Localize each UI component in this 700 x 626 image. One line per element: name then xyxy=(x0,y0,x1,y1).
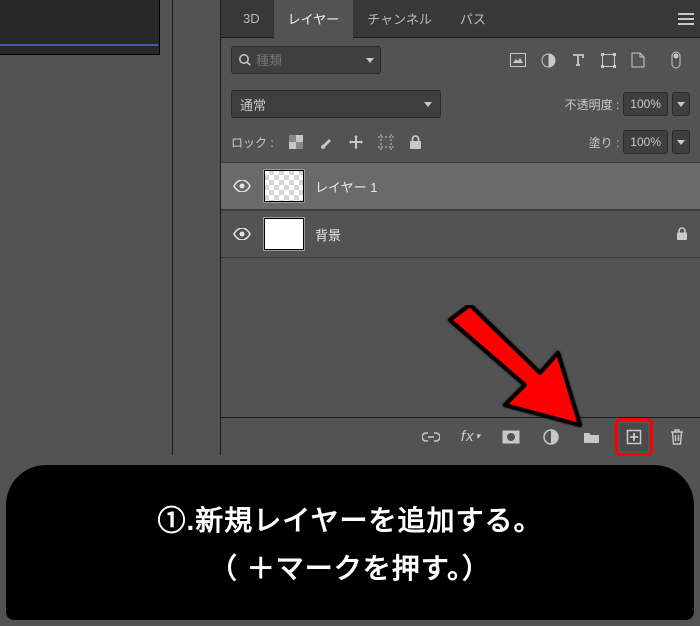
tab-paths[interactable]: パス xyxy=(446,0,500,37)
opacity-value[interactable]: 100% xyxy=(623,92,668,116)
layers-panel: 3D レイヤー チャンネル パス xyxy=(220,0,700,455)
filter-smartobject-icon[interactable] xyxy=(630,52,646,68)
opacity-label: 不透明度 : xyxy=(565,96,620,113)
layer-thumbnail[interactable] xyxy=(263,217,305,251)
visibility-toggle[interactable] xyxy=(231,175,253,197)
lock-label: ロック : xyxy=(231,134,274,151)
panel-menu-icon[interactable] xyxy=(672,0,700,37)
layer-row[interactable]: 背景 xyxy=(221,210,700,258)
link-layers-button[interactable] xyxy=(420,426,442,448)
filter-type-icon[interactable] xyxy=(570,52,586,68)
new-layer-button[interactable] xyxy=(620,423,648,451)
layer-mask-button[interactable] xyxy=(500,426,522,448)
document-tab[interactable] xyxy=(0,0,160,55)
tab-layers[interactable]: レイヤー xyxy=(274,0,354,37)
canvas-area xyxy=(0,0,220,455)
layer-thumbnail[interactable] xyxy=(263,169,305,203)
layer-name[interactable]: レイヤー 1 xyxy=(315,177,377,196)
filter-adjustment-icon[interactable] xyxy=(540,52,556,68)
lock-row: ロック : 塗り : 100% xyxy=(221,126,700,162)
adjustment-layer-button[interactable] xyxy=(540,426,562,448)
blend-row: 通常 不透明度 : 100% xyxy=(221,82,700,126)
instruction-caption: ①.新規レイヤーを追加する。 （ ＋マークを押す。） xyxy=(6,465,694,620)
caption-line-2: （ ＋マークを押す。） xyxy=(209,547,491,587)
lock-transparent-icon[interactable] xyxy=(288,134,304,150)
layer-name[interactable]: 背景 xyxy=(315,225,341,244)
blend-mode-value: 通常 xyxy=(240,95,266,114)
lock-brush-icon[interactable] xyxy=(318,134,334,150)
lock-icon xyxy=(674,226,690,242)
tab-3d[interactable]: 3D xyxy=(229,0,274,37)
panel-tabs: 3D レイヤー チャンネル パス xyxy=(221,0,700,38)
layer-style-button[interactable]: fx▾ xyxy=(460,426,482,448)
panel-footer: fx▾ xyxy=(221,417,700,455)
fill-value[interactable]: 100% xyxy=(623,130,668,154)
fill-label: 塗り : xyxy=(589,134,620,151)
chevron-down-icon xyxy=(424,102,432,107)
lock-position-icon[interactable] xyxy=(348,134,364,150)
chevron-down-icon xyxy=(677,102,685,107)
opacity-caret[interactable] xyxy=(672,92,690,116)
filter-row xyxy=(221,38,700,82)
delete-layer-button[interactable] xyxy=(666,426,688,448)
search-icon xyxy=(238,52,252,68)
tab-channels[interactable]: チャンネル xyxy=(353,0,446,37)
layer-list: レイヤー 1 背景 xyxy=(221,162,700,258)
layer-row[interactable]: レイヤー 1 xyxy=(221,162,700,210)
visibility-toggle[interactable] xyxy=(231,223,253,245)
filter-search[interactable] xyxy=(231,46,381,74)
filter-pixel-icon[interactable] xyxy=(510,52,526,68)
divider xyxy=(172,0,173,455)
caption-line-1: ①.新規レイヤーを追加する。 xyxy=(158,499,543,539)
filter-toggle-icon[interactable] xyxy=(668,52,684,68)
group-button[interactable] xyxy=(580,426,602,448)
blend-mode-select[interactable]: 通常 xyxy=(231,90,441,118)
fill-caret[interactable] xyxy=(672,130,690,154)
lock-artboard-icon[interactable] xyxy=(378,134,394,150)
lock-all-icon[interactable] xyxy=(408,134,424,150)
chevron-down-icon xyxy=(677,140,685,145)
filter-input[interactable] xyxy=(256,53,362,68)
filter-shape-icon[interactable] xyxy=(600,52,616,68)
chevron-down-icon xyxy=(366,58,374,63)
